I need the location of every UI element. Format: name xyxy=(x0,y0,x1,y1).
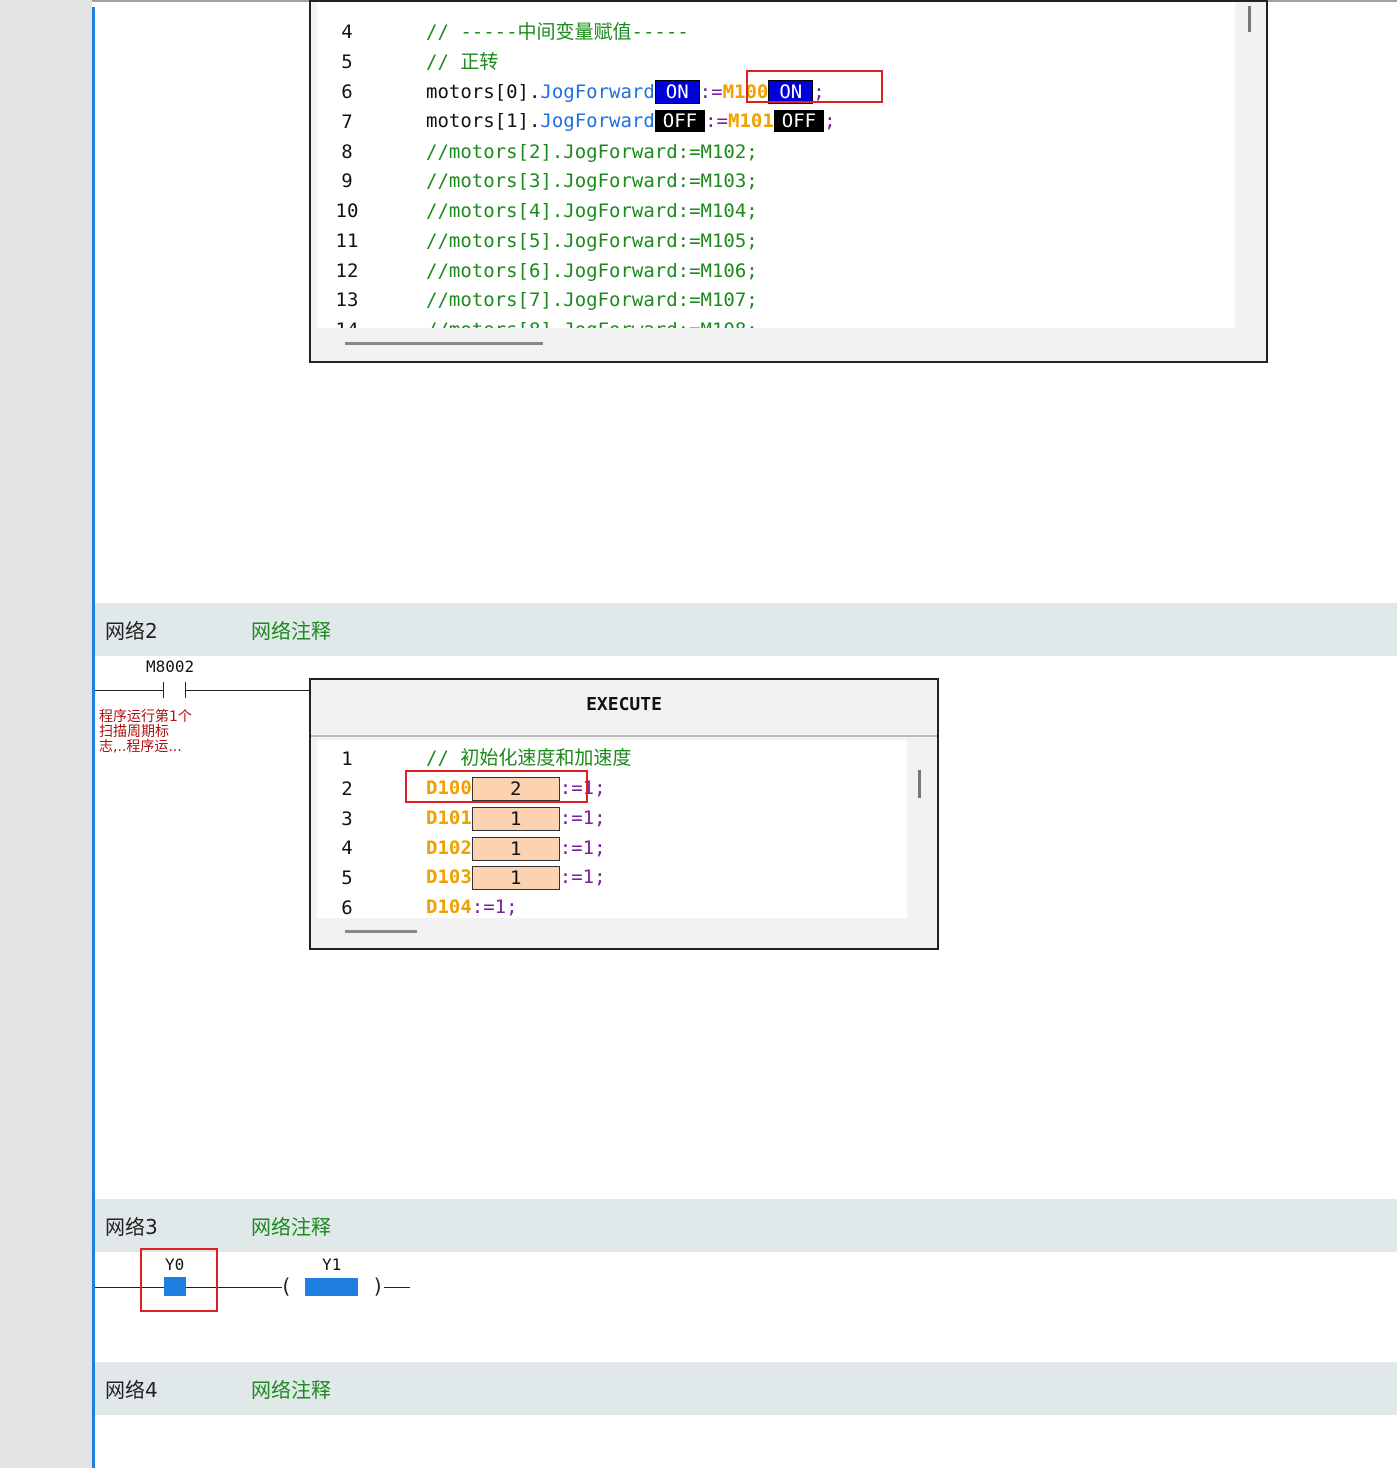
variable-d101: D101 xyxy=(426,807,472,829)
assign-rest: :=1; xyxy=(559,807,606,829)
monitor-value-on: ON xyxy=(654,80,700,104)
line-number: 8 xyxy=(341,141,353,163)
contact-label-m8002: M8002 xyxy=(146,657,195,676)
network-header-3[interactable]: 网络3 网络注释 xyxy=(95,1199,1397,1252)
exec-line-6[interactable]: D104:=1; xyxy=(426,896,518,918)
network-comment[interactable]: 网络注释 xyxy=(251,1211,331,1240)
code-line-12[interactable]: //motors[6].JogForward:=M106; xyxy=(426,260,758,282)
network-header-2[interactable]: 网络2 网络注释 xyxy=(95,603,1397,656)
code-line-7[interactable]: motors[1].JogForward OFF:=M101 OFF; xyxy=(426,110,836,132)
network-label: 网络4 xyxy=(105,1378,158,1402)
assign-op: := xyxy=(699,81,723,103)
variable-d102: D102 xyxy=(426,837,472,859)
rung-wire xyxy=(95,690,163,691)
code-line-11[interactable]: //motors[5].JogForward:=M105; xyxy=(426,230,758,252)
assign-rest: :=1; xyxy=(559,837,606,859)
line-number: 6 xyxy=(341,897,353,918)
rung-wire xyxy=(384,1287,410,1288)
line-number: 1 xyxy=(341,748,353,770)
exec-line-1[interactable]: // 初始化速度和加速度 xyxy=(426,747,631,769)
network-label: 网络3 xyxy=(105,1215,158,1239)
monitor-value-box: 1 xyxy=(471,837,560,861)
network-label: 网络2 xyxy=(105,619,158,643)
assign-rest: :=1; xyxy=(559,866,606,888)
line-number: 3 xyxy=(341,808,353,830)
line-number: 4 xyxy=(341,837,353,859)
code-object: motors[0]. xyxy=(426,81,541,103)
highlight-m100 xyxy=(746,70,883,103)
highlight-y0 xyxy=(140,1248,218,1312)
st-block-1-editor[interactable]: 4 5 6 7 8 9 10 11 12 13 14 // -----中间变量赋… xyxy=(317,2,1235,328)
horizontal-scrollbar[interactable] xyxy=(345,930,417,933)
line-number: 11 xyxy=(335,230,359,252)
block-title: EXECUTE xyxy=(311,680,937,737)
network-header-4[interactable]: 网络4 网络注释 xyxy=(95,1362,1397,1415)
code-line-10[interactable]: //motors[4].JogForward:=M104; xyxy=(426,200,758,222)
coil-y1-active[interactable] xyxy=(305,1278,358,1296)
monitor-value-off: OFF xyxy=(773,110,825,132)
line-number: 2 xyxy=(341,778,353,800)
code-field: JogForward xyxy=(540,81,655,103)
vertical-scrollbar[interactable] xyxy=(1248,6,1251,32)
line-number: 6 xyxy=(341,81,353,103)
monitor-value-off: OFF xyxy=(654,110,706,132)
vertical-scrollbar[interactable] xyxy=(918,770,921,798)
coil-right-paren: ) xyxy=(372,1274,385,1298)
execute-editor[interactable]: 1 2 3 4 5 6 // 初始化速度和加速度 D100 2:=1; D101 1… xyxy=(317,740,907,918)
network-comment[interactable]: 网络注释 xyxy=(251,1374,331,1403)
st-block-1[interactable]: 4 5 6 7 8 9 10 11 12 13 14 // -----中间变量赋… xyxy=(309,0,1268,363)
line-number: 7 xyxy=(341,111,353,133)
line-number: 9 xyxy=(341,170,353,192)
code-line-4[interactable]: // -----中间变量赋值----- xyxy=(426,21,689,43)
variable-d103: D103 xyxy=(426,866,472,888)
exec-line-4[interactable]: D102 1:=1; xyxy=(426,837,606,861)
code-line-13[interactable]: //motors[7].JogForward:=M107; xyxy=(426,289,758,311)
statement-end: ; xyxy=(824,110,836,132)
contact-remark: 程序运行第1个 扫描周期标 志,..程序运... xyxy=(99,710,192,755)
line-number: 12 xyxy=(335,260,359,282)
variable-m101: M101 xyxy=(728,110,774,132)
code-line-8[interactable]: //motors[2].JogForward:=M102; xyxy=(426,141,758,163)
highlight-d100 xyxy=(405,770,588,803)
monitor-value-box: 1 xyxy=(471,807,560,831)
line-number: 5 xyxy=(341,867,353,889)
line-number-gutter: 4 5 6 7 8 9 10 11 12 13 14 xyxy=(317,2,377,328)
remark-line: 扫描周期标 xyxy=(99,724,169,740)
remark-line: 程序运行第1个 xyxy=(99,709,192,725)
coil-left-paren: ( xyxy=(280,1274,293,1298)
horizontal-scrollbar[interactable] xyxy=(345,342,543,345)
code-field: JogForward xyxy=(540,110,655,132)
st-block-execute[interactable]: EXECUTE 1 2 3 4 5 6 // 初始化速度和加速度 D100 2:=… xyxy=(309,678,939,950)
line-number: 14 xyxy=(317,319,377,328)
contact-m8002-left[interactable] xyxy=(163,682,164,698)
line-number: 10 xyxy=(335,200,359,222)
left-gutter xyxy=(0,0,92,1468)
exec-line-3[interactable]: D101 1:=1; xyxy=(426,807,606,831)
code-object: motors[1]. xyxy=(426,110,541,132)
coil-label-y1: Y1 xyxy=(322,1255,342,1274)
assign-op: := xyxy=(705,110,728,132)
monitor-value-box: 1 xyxy=(471,866,560,890)
variable-d104: D104 xyxy=(426,896,472,918)
network-comment[interactable]: 网络注释 xyxy=(251,615,331,644)
code-line-9[interactable]: //motors[3].JogForward:=M103; xyxy=(426,170,758,192)
line-number: 4 xyxy=(341,21,353,43)
rung-wire xyxy=(185,690,309,691)
line-number: 5 xyxy=(341,51,353,73)
line-number: 13 xyxy=(335,289,359,311)
remark-line: 志,..程序运... xyxy=(99,739,182,755)
code-line-14[interactable]: //motors[8].JogForward:=M108; xyxy=(426,319,758,328)
code-line-5[interactable]: // 正转 xyxy=(426,51,498,73)
assign-rest: :=1; xyxy=(471,896,518,918)
exec-line-5[interactable]: D103 1:=1; xyxy=(426,866,606,890)
